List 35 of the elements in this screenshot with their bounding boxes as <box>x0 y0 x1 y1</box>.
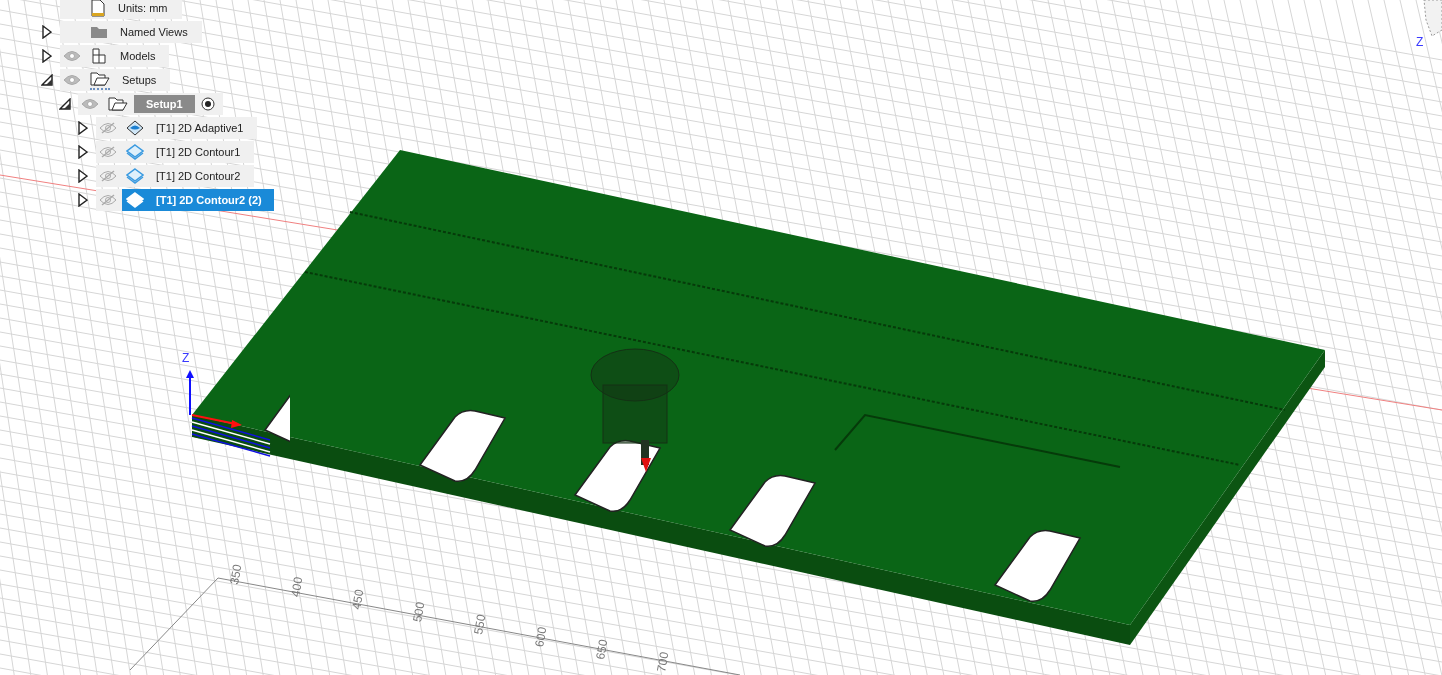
expand-arrow-icon[interactable] <box>76 193 90 207</box>
tree-item[interactable]: [T1] 2D Contour1 <box>96 141 255 163</box>
axis-label: Z <box>182 351 190 365</box>
tree-item[interactable]: [T1] 2D Adaptive1 <box>96 117 258 139</box>
expand-arrow-icon[interactable] <box>40 25 54 39</box>
collapse-arrow-icon[interactable] <box>40 73 54 87</box>
tree-item[interactable]: [T1] 2D Contour2 (2) <box>96 189 274 211</box>
folder-icon <box>90 70 110 90</box>
ruler-label: 450 <box>349 588 367 611</box>
document-icon <box>90 0 106 17</box>
active-setup-radio-icon[interactable] <box>200 97 215 111</box>
ruler-label: 700 <box>654 650 672 673</box>
ruler-label: 600 <box>532 625 550 648</box>
layers-icon <box>126 167 144 185</box>
ruler-label: 350 <box>227 563 245 586</box>
ruler-label: 650 <box>593 638 611 661</box>
axis-triad-icon <box>186 370 242 428</box>
expand-arrow-icon[interactable] <box>76 121 90 135</box>
expand-arrow-icon[interactable] <box>40 49 54 63</box>
ruler-label: 400 <box>288 575 306 598</box>
tree-item[interactable]: Models <box>60 45 170 67</box>
ruler-label: 500 <box>410 600 428 623</box>
collapse-arrow-icon[interactable] <box>58 97 72 111</box>
ruler-label: 550 <box>471 613 489 636</box>
expand-arrow-icon[interactable] <box>76 145 90 159</box>
folder-icon <box>108 95 128 113</box>
layers-icon <box>126 191 144 209</box>
expand-arrow-icon[interactable] <box>76 169 90 183</box>
tree-item[interactable]: Units: mm <box>60 0 182 19</box>
part-icon <box>90 47 108 65</box>
tree-item[interactable]: Named Views <box>60 21 202 43</box>
tree-item[interactable]: [T1] 2D Contour2 <box>96 165 255 187</box>
tree-item[interactable]: Setups <box>60 69 171 91</box>
layers-icon <box>126 119 144 137</box>
layers-icon <box>126 143 144 161</box>
